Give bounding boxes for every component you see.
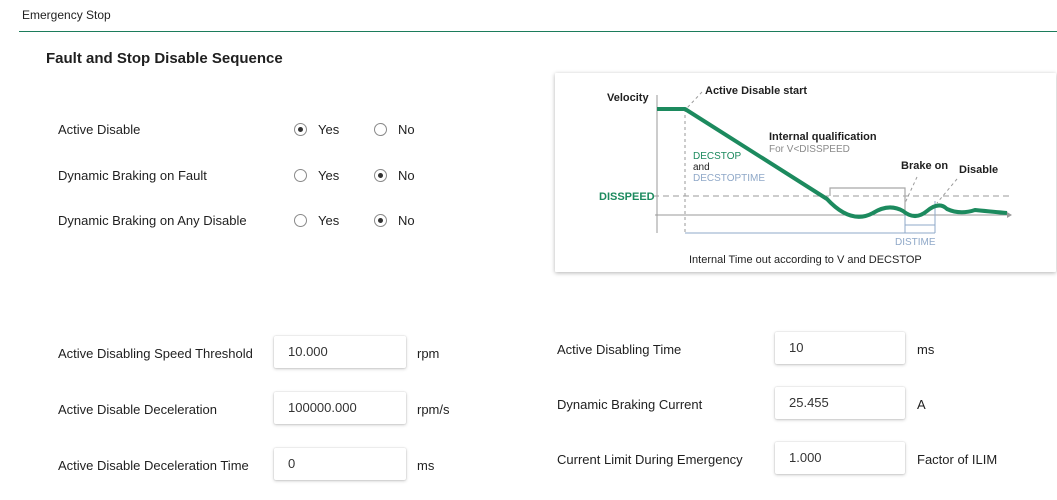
and-label: and: [693, 162, 710, 173]
deceleration-time-unit: ms: [417, 458, 435, 473]
disable-start-pointer: [686, 91, 703, 109]
group-title: Emergency Stop: [22, 8, 111, 22]
deceleration-time-input[interactable]: [274, 448, 406, 480]
disable-pointer: [936, 178, 958, 204]
dynamic-braking-fault-yes-radio[interactable]: [294, 169, 307, 182]
active-disable-yes-label[interactable]: Yes: [318, 122, 339, 137]
brake-on-label: Brake on: [901, 160, 948, 172]
for-v-label: For V<DISSPEED: [769, 144, 850, 155]
braking-current-input[interactable]: [775, 387, 905, 419]
dynamic-braking-fault-yes-label[interactable]: Yes: [318, 168, 339, 183]
deceleration-label: Active Disable Deceleration: [58, 402, 217, 417]
deceleration-time-label: Active Disable Deceleration Time: [58, 458, 249, 473]
active-disable-label: Active Disable: [58, 122, 141, 137]
disspeed-label: DISSPEED: [599, 191, 655, 203]
time-axis-arrow: [1007, 212, 1012, 218]
current-limit-label: Current Limit During Emergency: [557, 452, 743, 467]
braking-current-label: Dynamic Braking Current: [557, 397, 703, 412]
decstoptime-label: DECSTOPTIME: [693, 173, 765, 184]
internal-qualification-label: Internal qualification: [769, 131, 877, 143]
dynamic-braking-fault-no-label[interactable]: No: [398, 168, 415, 183]
velocity-diagram-svg: Velocity Active Disable start Internal q…: [599, 85, 1013, 266]
dynamic-braking-any-yes-label[interactable]: Yes: [318, 213, 339, 228]
deceleration-unit: rpm/s: [417, 402, 450, 417]
speed-threshold-input[interactable]: [274, 336, 406, 368]
speed-threshold-unit: rpm: [417, 346, 440, 361]
brake-on-pointer: [904, 176, 918, 204]
dynamic-braking-any-no-label[interactable]: No: [398, 213, 415, 228]
velocity-label: Velocity: [607, 92, 649, 104]
active-disable-no-label[interactable]: No: [398, 122, 415, 137]
current-limit-input[interactable]: [775, 442, 905, 474]
dynamic-braking-any-no-radio[interactable]: [374, 214, 387, 227]
active-disable-yes-radio[interactable]: [294, 123, 307, 136]
deceleration-input[interactable]: [274, 392, 406, 424]
decstop-label: DECSTOP: [693, 151, 741, 162]
section-title: Fault and Stop Disable Sequence: [46, 50, 283, 67]
disable-label: Disable: [959, 164, 998, 176]
group-header: [19, 0, 1057, 32]
timeout-label: Internal Time out according to V and DEC…: [689, 254, 922, 266]
active-disable-start-label: Active Disable start: [705, 85, 807, 97]
distime-label: DISTIME: [895, 237, 936, 248]
disabling-time-label: Active Disabling Time: [557, 342, 682, 357]
active-disable-no-radio[interactable]: [374, 123, 387, 136]
dynamic-braking-fault-no-radio[interactable]: [374, 169, 387, 182]
disabling-time-unit: ms: [917, 342, 935, 357]
current-limit-unit: Factor of ILIM: [917, 452, 998, 467]
disable-sequence-diagram: Velocity Active Disable start Internal q…: [555, 73, 1056, 272]
dynamic-braking-fault-label: Dynamic Braking on Fault: [58, 168, 207, 183]
dynamic-braking-any-yes-radio[interactable]: [294, 214, 307, 227]
braking-current-unit: A: [917, 397, 926, 412]
disabling-time-input[interactable]: [775, 332, 905, 364]
dynamic-braking-any-label: Dynamic Braking on Any Disable: [58, 213, 247, 228]
speed-threshold-label: Active Disabling Speed Threshold: [58, 346, 253, 361]
